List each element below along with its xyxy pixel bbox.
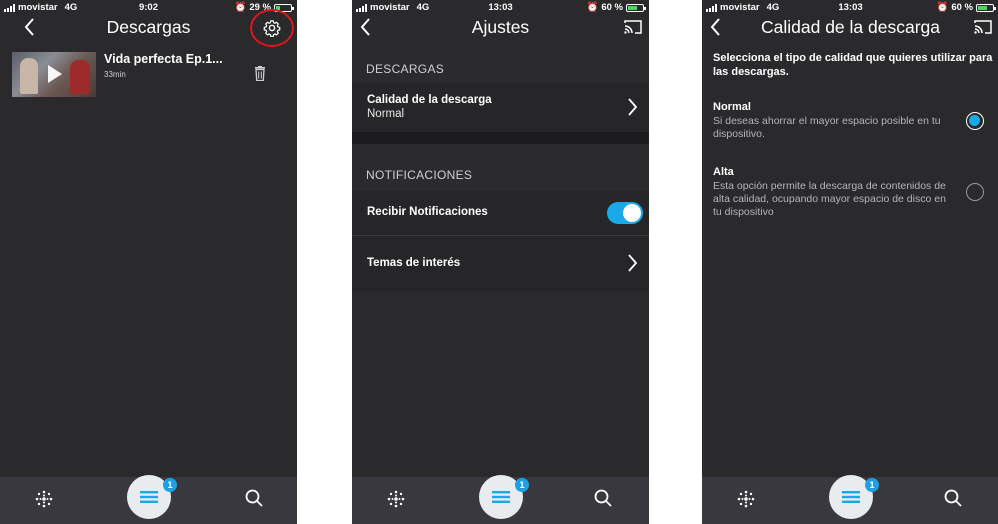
battery-percent: 60 %: [601, 2, 623, 13]
trash-icon[interactable]: [254, 66, 266, 81]
download-title: Vida perfecta Ep.1...: [104, 52, 223, 66]
notification-badge: 1: [865, 478, 879, 492]
alarm-icon: ⏰: [586, 2, 599, 13]
option-title-normal[interactable]: Normal: [713, 101, 751, 113]
row-value: Normal: [367, 108, 405, 120]
search-icon[interactable]: [944, 489, 962, 507]
chevron-right-icon: [628, 254, 637, 272]
video-thumbnail[interactable]: [12, 52, 96, 97]
row-title: Recibir Notificaciones: [367, 206, 488, 218]
battery-icon: [976, 3, 996, 12]
notification-badge: 1: [163, 478, 177, 492]
cast-icon[interactable]: [973, 19, 993, 35]
gear-icon[interactable]: [263, 19, 281, 37]
row-title: Temas de interés: [367, 257, 461, 269]
row-topics[interactable]: Temas de interés: [352, 236, 649, 291]
option-description-normal: Si deseas ahorrar el mayor espacio posib…: [713, 115, 941, 140]
row-receive-notifications[interactable]: Recibir Notificaciones: [352, 191, 649, 235]
chevron-right-icon: [628, 98, 637, 116]
radio-normal[interactable]: [966, 112, 984, 130]
menu-icon: [140, 491, 158, 503]
page-title: Ajustes: [471, 17, 530, 37]
tab-bar: 1: [702, 475, 998, 524]
page-title: Calidad de la descarga: [760, 17, 940, 37]
section-label: NOTIFICACIONES: [366, 168, 473, 182]
navigation-bar: Calidad de la descarga: [702, 14, 998, 42]
search-icon[interactable]: [594, 489, 612, 507]
home-dots-icon[interactable]: [736, 489, 756, 509]
section-header-notifications: NOTIFICACIONES: [352, 144, 649, 191]
notifications-toggle[interactable]: [607, 202, 643, 224]
home-dots-icon[interactable]: [34, 489, 54, 509]
download-item[interactable]: Vida perfecta Ep.1... 33min: [12, 52, 292, 98]
intro-text: Selecciona el tipo de calidad que quiere…: [713, 52, 993, 78]
tab-bar: 1: [0, 475, 297, 524]
battery-icon: [626, 3, 646, 12]
screen-settings: movistar 4G 13:03 ⏰ 60 % Ajustes DESCARG…: [352, 0, 649, 524]
alarm-icon: ⏰: [936, 2, 949, 13]
option-description-alta: Esta opción permite la descarga de conte…: [713, 180, 946, 218]
section-separator: [352, 132, 649, 144]
tab-bar: 1: [352, 475, 649, 524]
search-icon[interactable]: [245, 489, 263, 507]
section-label: DESCARGAS: [366, 62, 445, 76]
row-title: Calidad de la descarga: [367, 94, 492, 106]
screen-downloads: movistar 4G 9:02 ⏰ 29 % Descargas Vida p…: [0, 0, 297, 524]
option-title-alta[interactable]: Alta: [713, 166, 734, 178]
menu-icon: [842, 491, 860, 503]
notification-badge: 1: [515, 478, 529, 492]
cast-icon[interactable]: [623, 19, 643, 35]
navigation-bar: Ajustes: [352, 14, 649, 42]
menu-icon: [492, 491, 510, 503]
home-dots-icon[interactable]: [386, 489, 406, 509]
screen-download-quality: movistar 4G 13:03 ⏰ 60 % Calidad de la d…: [702, 0, 998, 524]
row-download-quality[interactable]: Calidad de la descarga Normal: [352, 82, 649, 132]
play-icon[interactable]: [48, 65, 62, 83]
alarm-icon: ⏰: [234, 2, 247, 13]
battery-percent: 60 %: [951, 2, 973, 13]
download-duration: 33min: [104, 70, 126, 79]
radio-alta[interactable]: [966, 183, 984, 201]
